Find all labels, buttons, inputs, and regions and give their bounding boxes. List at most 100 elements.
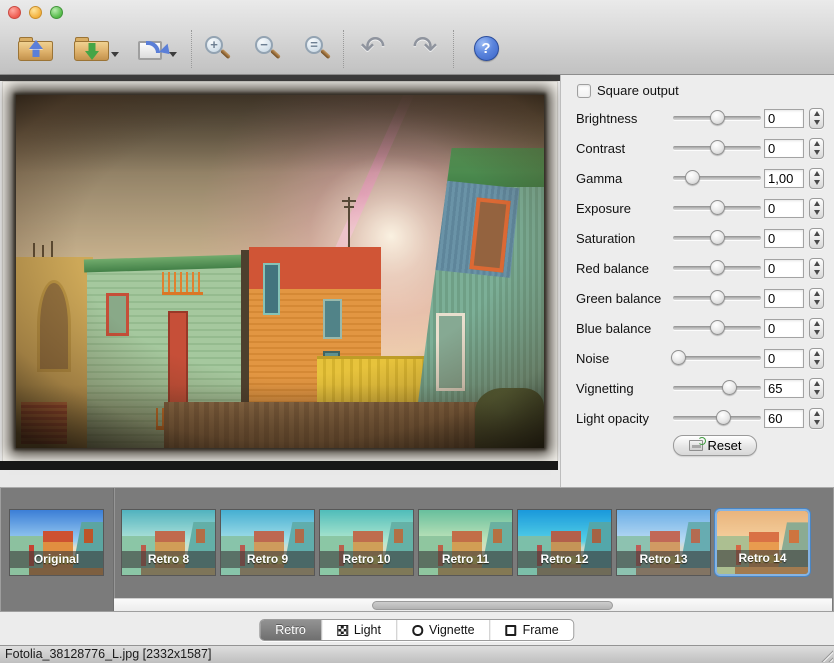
zoom-in-button[interactable]: +	[200, 26, 234, 70]
brightness-stepper[interactable]	[809, 108, 824, 129]
light-opacity-label: Light opacity	[576, 411, 649, 426]
thumbnail-retro-8[interactable]: Retro 8	[121, 509, 216, 576]
green-balance-value-field[interactable]	[764, 289, 804, 308]
brightness-label: Brightness	[576, 111, 637, 126]
zoom-out-icon: −	[253, 33, 281, 63]
window-chrome: + − = ↶ ↷ ?	[0, 0, 834, 75]
thumbnail-retro-11[interactable]: Retro 11	[418, 509, 513, 576]
vignetting-label: Vignetting	[576, 381, 634, 396]
thumbnail-scrollbar-track[interactable]	[114, 598, 832, 611]
zoom-window-button[interactable]	[50, 6, 63, 19]
vignetting-stepper[interactable]	[809, 378, 824, 399]
zoom-actual-button[interactable]: =	[300, 26, 334, 70]
light-opacity-slider[interactable]	[671, 410, 763, 426]
exposure-slider[interactable]	[671, 200, 763, 216]
slider-knob[interactable]	[671, 350, 686, 365]
help-button[interactable]: ?	[468, 26, 504, 70]
green-balance-stepper[interactable]	[809, 288, 824, 309]
zoom-out-button[interactable]: −	[250, 26, 284, 70]
filter-tab-bar: Retro Light Vignette Frame	[0, 612, 834, 645]
exposure-label: Exposure	[576, 201, 631, 216]
minimize-button[interactable]	[29, 6, 42, 19]
thumbnail-original[interactable]: Original	[9, 509, 104, 576]
gamma-slider[interactable]	[671, 170, 763, 186]
toolbar-separator	[453, 30, 454, 68]
saturation-stepper[interactable]	[809, 228, 824, 249]
saturation-slider[interactable]	[671, 230, 763, 246]
contrast-stepper[interactable]	[809, 138, 824, 159]
square-output-label: Square output	[597, 83, 679, 98]
tab-retro[interactable]: Retro	[260, 620, 321, 640]
slider-knob[interactable]	[685, 170, 700, 185]
blue-balance-slider[interactable]	[671, 320, 763, 336]
blue-balance-stepper[interactable]	[809, 318, 824, 339]
thumbnail-retro-13[interactable]: Retro 13	[616, 509, 711, 576]
gamma-stepper[interactable]	[809, 168, 824, 189]
slider-knob[interactable]	[710, 290, 725, 305]
noise-value-field[interactable]	[764, 349, 804, 368]
red-balance-stepper[interactable]	[809, 258, 824, 279]
gamma-value-field[interactable]	[764, 169, 804, 188]
undo-button[interactable]: ↶	[354, 26, 392, 70]
thumbnail-retro-9[interactable]: Retro 9	[220, 509, 315, 576]
slider-knob[interactable]	[710, 260, 725, 275]
reset-button[interactable]: Reset	[673, 435, 757, 456]
exposure-stepper[interactable]	[809, 198, 824, 219]
tab-vignette[interactable]: Vignette	[396, 620, 490, 640]
open-button[interactable]	[14, 26, 58, 70]
save-button[interactable]	[70, 26, 114, 70]
save-dropdown-caret	[111, 52, 119, 57]
contrast-slider[interactable]	[671, 140, 763, 156]
red-balance-slider[interactable]	[671, 260, 763, 276]
contrast-value-field[interactable]	[764, 139, 804, 158]
thumbnail-retro-14[interactable]: Retro 14	[715, 509, 810, 576]
thumbnail-retro-10[interactable]: Retro 10	[319, 509, 414, 576]
thumbnail-scrollbar-thumb[interactable]	[372, 601, 613, 610]
preview-bottom-border	[0, 461, 558, 470]
resize-grip[interactable]	[818, 647, 833, 662]
photo-canvas	[16, 95, 544, 448]
square-output-checkbox[interactable]	[577, 84, 591, 98]
vignetting-slider[interactable]	[671, 380, 763, 396]
square-icon	[506, 625, 517, 636]
checker-grid-icon	[337, 625, 348, 636]
export-dropdown-caret	[169, 52, 177, 57]
status-bar: Fotolia_38128776_L.jpg [2332x1587]	[0, 645, 834, 663]
slider-knob[interactable]	[722, 380, 737, 395]
export-button[interactable]	[132, 26, 176, 70]
redo-button[interactable]: ↷	[406, 26, 444, 70]
filter-segmented-control: Retro Light Vignette Frame	[259, 619, 574, 641]
blue-balance-value-field[interactable]	[764, 319, 804, 338]
redo-icon: ↷	[412, 33, 437, 63]
red-balance-row: Red balance	[561, 253, 834, 283]
thumbnail-retro-12[interactable]: Retro 12	[517, 509, 612, 576]
brightness-value-field[interactable]	[764, 109, 804, 128]
gamma-label: Gamma	[576, 171, 622, 186]
vignetting-value-field[interactable]	[764, 379, 804, 398]
slider-knob[interactable]	[710, 230, 725, 245]
saturation-value-field[interactable]	[764, 229, 804, 248]
close-button[interactable]	[8, 6, 21, 19]
slider-knob[interactable]	[710, 110, 725, 125]
undo-icon: ↶	[360, 33, 385, 63]
brightness-slider[interactable]	[671, 110, 763, 126]
noise-slider[interactable]	[671, 350, 763, 366]
contrast-row: Contrast	[561, 133, 834, 163]
slider-knob[interactable]	[710, 320, 725, 335]
slider-knob[interactable]	[710, 140, 725, 155]
tab-light[interactable]: Light	[321, 620, 396, 640]
gamma-row: Gamma	[561, 163, 834, 193]
zoom-actual-icon: =	[303, 33, 331, 63]
slider-knob[interactable]	[710, 200, 725, 215]
light-opacity-value-field[interactable]	[764, 409, 804, 428]
open-folder-icon	[18, 33, 54, 63]
exposure-value-field[interactable]	[764, 199, 804, 218]
green-balance-slider[interactable]	[671, 290, 763, 306]
contrast-label: Contrast	[576, 141, 625, 156]
tab-frame[interactable]: Frame	[490, 620, 574, 640]
light-opacity-stepper[interactable]	[809, 408, 824, 429]
red-balance-value-field[interactable]	[764, 259, 804, 278]
noise-stepper[interactable]	[809, 348, 824, 369]
slider-knob[interactable]	[716, 410, 731, 425]
toolbar-separator	[343, 30, 344, 68]
